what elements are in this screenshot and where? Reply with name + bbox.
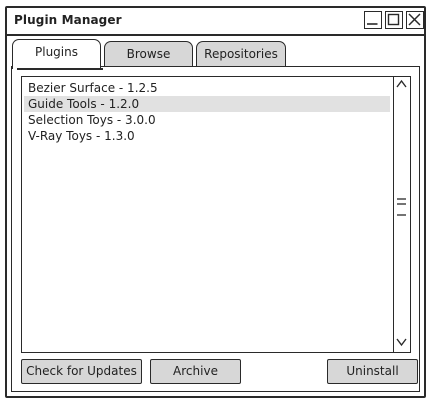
maximize-icon (387, 13, 400, 26)
tab-plugins[interactable]: Plugins (12, 39, 101, 69)
plugin-list-item[interactable]: V-Ray Toys - 1.3.0 (24, 128, 390, 144)
plugin-list-item[interactable]: Bezier Surface - 1.2.5 (24, 80, 390, 96)
list-scrollbar[interactable] (393, 77, 410, 352)
window-title: Plugin Manager (14, 13, 122, 27)
close-button[interactable] (406, 11, 424, 29)
plugin-list[interactable]: Bezier Surface - 1.2.5 Guide Tools - 1.2… (21, 76, 411, 353)
plugin-manager-window: Plugin Manager Plugins Browse Repositori… (5, 6, 426, 398)
minimize-button[interactable] (364, 11, 382, 29)
title-bar[interactable]: Plugin Manager (7, 8, 424, 36)
active-tab-indicator (17, 68, 103, 70)
plugin-list-item[interactable]: Selection Toys - 3.0.0 (24, 112, 390, 128)
archive-button[interactable]: Archive (150, 359, 241, 384)
plugin-list-item-selected[interactable]: Guide Tools - 1.2.0 (24, 96, 390, 112)
uninstall-button[interactable]: Uninstall (327, 359, 418, 384)
tab-browse[interactable]: Browse (104, 41, 193, 67)
minimize-icon (367, 23, 378, 25)
check-for-updates-button[interactable]: Check for Updates (21, 359, 142, 384)
scrollbar-track (396, 79, 407, 347)
maximize-button[interactable] (385, 11, 403, 29)
scroll-down-icon (396, 338, 407, 347)
scroll-up-icon (396, 79, 407, 88)
plugins-panel: Bezier Surface - 1.2.5 Guide Tools - 1.2… (11, 66, 420, 392)
tab-repositories[interactable]: Repositories (196, 41, 286, 67)
close-icon (408, 13, 421, 26)
